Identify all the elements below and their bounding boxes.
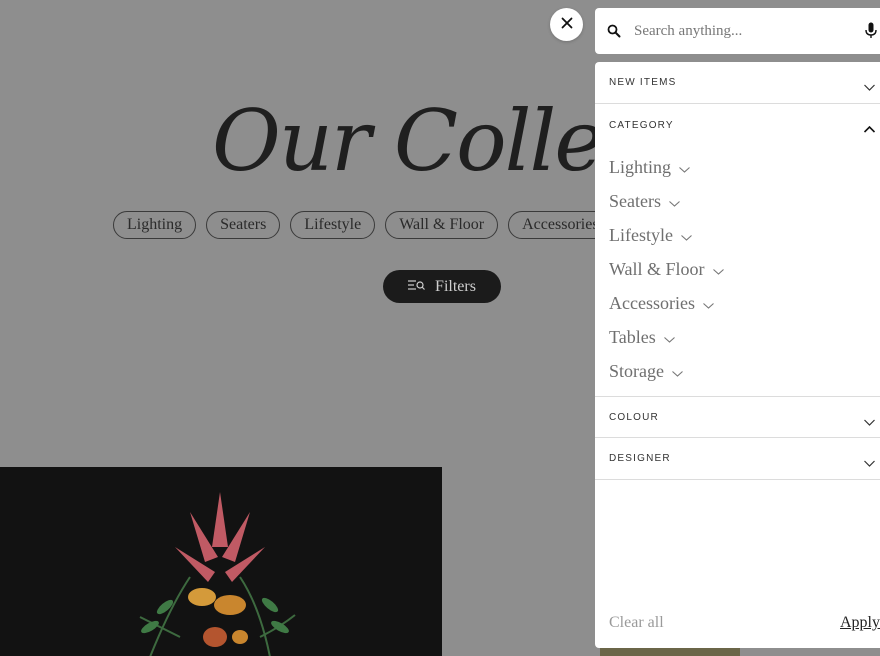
section-new-items-label: NEW ITEMS bbox=[609, 77, 677, 88]
chevron-down-icon bbox=[712, 259, 724, 280]
category-item-wall-floor[interactable]: Wall & Floor bbox=[609, 252, 724, 286]
filter-panel: NEW ITEMS CATEGORY Lighting Seaters Life… bbox=[595, 62, 880, 648]
chip-lighting[interactable]: Lighting bbox=[113, 211, 197, 239]
close-button[interactable] bbox=[550, 8, 583, 41]
section-designer[interactable]: DESIGNER bbox=[595, 438, 880, 480]
chip-lifestyle[interactable]: Lifestyle bbox=[290, 211, 376, 239]
chevron-down-icon bbox=[703, 293, 714, 314]
section-colour-label: COLOUR bbox=[609, 411, 659, 423]
section-category-label: CATEGORY bbox=[609, 119, 674, 131]
category-item-label: Accessories bbox=[609, 292, 695, 313]
filter-icon bbox=[408, 278, 425, 296]
section-colour[interactable]: COLOUR bbox=[595, 396, 880, 438]
close-icon bbox=[561, 16, 573, 34]
product-artwork-image bbox=[0, 467, 442, 656]
category-item-label: Lighting bbox=[609, 156, 671, 177]
category-item-storage[interactable]: Storage bbox=[609, 354, 724, 388]
chip-wall-floor[interactable]: Wall & Floor bbox=[385, 211, 499, 239]
category-item-label: Seaters bbox=[609, 190, 661, 211]
chevron-down-icon bbox=[663, 327, 675, 348]
search-input[interactable] bbox=[634, 20, 854, 42]
category-item-label: Wall & Floor bbox=[609, 258, 705, 279]
filters-label: Filters bbox=[435, 277, 476, 295]
chevron-down-icon bbox=[864, 78, 875, 96]
chip-seaters[interactable]: Seaters bbox=[206, 211, 281, 239]
category-item-lighting[interactable]: Lighting bbox=[609, 150, 724, 184]
search-icon bbox=[607, 24, 621, 43]
section-category[interactable]: CATEGORY bbox=[595, 104, 880, 146]
category-item-label: Lifestyle bbox=[609, 224, 673, 245]
chevron-down-icon bbox=[669, 191, 680, 212]
microphone-icon[interactable] bbox=[865, 22, 877, 44]
apply-button[interactable]: Apply bbox=[840, 614, 880, 632]
category-item-lifestyle[interactable]: Lifestyle bbox=[609, 218, 724, 252]
filters-button[interactable]: Filters bbox=[383, 270, 501, 303]
category-item-label: Storage bbox=[609, 360, 664, 381]
chevron-up-icon bbox=[863, 120, 876, 138]
search-bar bbox=[595, 8, 880, 54]
category-item-tables[interactable]: Tables bbox=[609, 320, 724, 354]
chevron-down-icon bbox=[672, 361, 683, 382]
category-list: Lighting Seaters Lifestyle Wall & Floor … bbox=[609, 150, 724, 388]
section-designer-label: DESIGNER bbox=[609, 453, 671, 464]
chevron-down-icon bbox=[864, 413, 875, 431]
chevron-down-icon bbox=[864, 454, 875, 472]
category-item-accessories[interactable]: Accessories bbox=[609, 286, 724, 320]
category-item-label: Tables bbox=[609, 326, 656, 347]
category-chips: Lighting Seaters Lifestyle Wall & Floor … bbox=[113, 211, 613, 239]
chevron-down-icon bbox=[679, 157, 690, 178]
chevron-down-icon bbox=[681, 225, 692, 246]
section-new-items[interactable]: NEW ITEMS bbox=[595, 62, 880, 104]
category-item-seaters[interactable]: Seaters bbox=[609, 184, 724, 218]
clear-all-button[interactable]: Clear all bbox=[609, 614, 664, 632]
